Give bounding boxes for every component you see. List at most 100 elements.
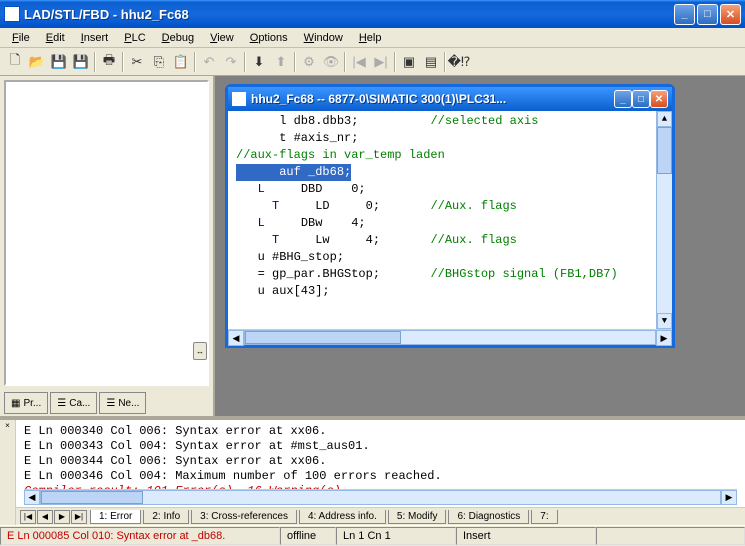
- monitor-icon[interactable]: 👁: [320, 51, 342, 73]
- output-close-icon[interactable]: ×: [0, 420, 16, 525]
- menu-edit[interactable]: Edit: [40, 30, 71, 46]
- goto-end-icon[interactable]: ▶|: [370, 51, 392, 73]
- code-line: //aux-flags in var_temp laden: [228, 147, 672, 164]
- child-titlebar[interactable]: hhu2_Fc68 -- 6877-0\SIMATIC 300(1)\PLC31…: [228, 87, 672, 111]
- cut-icon[interactable]: ✂: [126, 51, 148, 73]
- goto-start-icon[interactable]: |◀: [348, 51, 370, 73]
- minimize-button[interactable]: _: [674, 4, 695, 25]
- child-maximize-button[interactable]: □: [632, 90, 650, 108]
- code-line: u #BHG_stop;: [228, 249, 672, 266]
- tab-call[interactable]: ☰ Ca...: [50, 392, 97, 414]
- scroll-up-icon[interactable]: ▲: [657, 111, 672, 127]
- print-icon[interactable]: 🖶: [98, 51, 120, 73]
- tab-nav-last-icon[interactable]: ▶|: [71, 510, 87, 524]
- tab-nav-buttons: |◀ ◀ ▶ ▶|: [20, 510, 88, 524]
- menu-insert[interactable]: Insert: [75, 30, 115, 46]
- code-line: L DBD 0;: [228, 181, 672, 198]
- copy-icon[interactable]: ⎘: [148, 51, 170, 73]
- menubar: File Edit Insert PLC Debug View Options …: [0, 28, 745, 48]
- scroll-track[interactable]: [244, 330, 656, 345]
- output-tab-diagnostics[interactable]: 6: Diagnostics: [448, 510, 529, 524]
- menu-plc[interactable]: PLC: [118, 30, 151, 46]
- error-line[interactable]: E Ln 000344 Col 006: Syntax error at xx0…: [24, 454, 737, 469]
- window2-icon[interactable]: ▤: [420, 51, 442, 73]
- scroll-thumb[interactable]: [41, 491, 143, 504]
- child-vertical-scrollbar[interactable]: ▲ ▼: [656, 111, 672, 329]
- child-horizontal-scrollbar[interactable]: ◀ ▶: [228, 329, 672, 345]
- scroll-right-icon[interactable]: ▶: [721, 490, 737, 505]
- child-window: hhu2_Fc68 -- 6877-0\SIMATIC 300(1)\PLC31…: [225, 84, 675, 348]
- menu-help[interactable]: Help: [353, 30, 388, 46]
- upload-icon[interactable]: ⬆: [270, 51, 292, 73]
- output-tab-error[interactable]: 1: Error: [90, 510, 141, 524]
- code-line: u aux[43];: [228, 283, 672, 300]
- tab-nav-first-icon[interactable]: |◀: [20, 510, 36, 524]
- output-tab-crossref[interactable]: 3: Cross-references: [191, 510, 297, 524]
- separator: [294, 52, 296, 72]
- menu-view[interactable]: View: [204, 30, 240, 46]
- code-line: L DBw 4;: [228, 215, 672, 232]
- save-all-icon[interactable]: 💾: [70, 51, 92, 73]
- statusbar: E Ln 000085 Col 010: Syntax error at _db…: [0, 525, 745, 546]
- left-panel: ↔ ▦ Pr... ☰ Ca... ☰ Ne...: [0, 76, 215, 416]
- code-line-selected: auf _db68;: [228, 164, 672, 181]
- separator: [444, 52, 446, 72]
- child-minimize-button[interactable]: _: [614, 90, 632, 108]
- status-spacer: [596, 527, 745, 545]
- separator: [244, 52, 246, 72]
- child-title-text: hhu2_Fc68 -- 6877-0\SIMATIC 300(1)\PLC31…: [251, 92, 614, 106]
- compile-icon[interactable]: ⚙: [298, 51, 320, 73]
- scroll-left-icon[interactable]: ◀: [228, 330, 244, 346]
- save-icon[interactable]: 💾: [48, 51, 70, 73]
- status-position: Ln 1 Cn 1: [336, 527, 456, 545]
- scroll-down-icon[interactable]: ▼: [657, 313, 672, 329]
- scroll-thumb[interactable]: [657, 127, 672, 174]
- tab-nav-next-icon[interactable]: ▶: [54, 510, 70, 524]
- tab-network[interactable]: ☰ Ne...: [99, 392, 146, 414]
- scroll-track[interactable]: [657, 127, 672, 313]
- help-icon[interactable]: �⁉: [448, 51, 470, 73]
- scroll-left-icon[interactable]: ◀: [24, 490, 40, 505]
- menu-options[interactable]: Options: [244, 30, 294, 46]
- output-tabs: |◀ ◀ ▶ ▶| 1: Error 2: Info 3: Cross-refe…: [16, 507, 745, 525]
- new-icon[interactable]: 🗋: [4, 51, 26, 73]
- left-slider-handle[interactable]: ↔: [193, 342, 207, 360]
- overview-area[interactable]: ↔: [4, 80, 209, 386]
- separator: [394, 52, 396, 72]
- open-icon[interactable]: 📂: [26, 51, 48, 73]
- menu-file[interactable]: File: [6, 30, 36, 46]
- code-line: T LD 0; //Aux. flags: [228, 198, 672, 215]
- redo-icon[interactable]: ↷: [220, 51, 242, 73]
- child-doc-icon: [232, 92, 246, 106]
- output-tab-7[interactable]: 7:: [531, 510, 557, 524]
- output-tab-address[interactable]: 4: Address info.: [299, 510, 386, 524]
- code-editor[interactable]: l db8.dbb3; //selected axis t #axis_nr; …: [228, 111, 672, 329]
- error-line[interactable]: E Ln 000346 Col 004: Maximum number of 1…: [24, 469, 737, 484]
- output-tab-modify[interactable]: 5: Modify: [388, 510, 447, 524]
- error-line[interactable]: E Ln 000340 Col 006: Syntax error at xx0…: [24, 424, 737, 439]
- scroll-track[interactable]: [40, 490, 721, 505]
- undo-icon[interactable]: ↶: [198, 51, 220, 73]
- close-button[interactable]: ✕: [720, 4, 741, 25]
- output-tab-info[interactable]: 2: Info: [143, 510, 189, 524]
- mdi-area: hhu2_Fc68 -- 6877-0\SIMATIC 300(1)\PLC31…: [215, 76, 745, 416]
- menu-window[interactable]: Window: [298, 30, 349, 46]
- output-panel: × E Ln 000340 Col 006: Syntax error at x…: [0, 416, 745, 525]
- tab-program[interactable]: ▦ Pr...: [4, 392, 48, 414]
- app-title: LAD/STL/FBD - hhu2_Fc68: [24, 7, 674, 22]
- code-line: = gp_par.BHGStop; //BHGstop signal (FB1,…: [228, 266, 672, 283]
- error-line[interactable]: E Ln 000343 Col 004: Syntax error at #ms…: [24, 439, 737, 454]
- paste-icon[interactable]: 📋: [170, 51, 192, 73]
- separator: [344, 52, 346, 72]
- download-icon[interactable]: ⬇: [248, 51, 270, 73]
- maximize-button[interactable]: □: [697, 4, 718, 25]
- scroll-right-icon[interactable]: ▶: [656, 330, 672, 346]
- output-horizontal-scrollbar[interactable]: ◀ ▶: [24, 489, 737, 505]
- scroll-thumb[interactable]: [245, 331, 401, 344]
- output-content[interactable]: E Ln 000340 Col 006: Syntax error at xx0…: [16, 420, 745, 489]
- window1-icon[interactable]: ▣: [398, 51, 420, 73]
- menu-debug[interactable]: Debug: [156, 30, 200, 46]
- tab-nav-prev-icon[interactable]: ◀: [37, 510, 53, 524]
- separator: [94, 52, 96, 72]
- child-close-button[interactable]: ✕: [650, 90, 668, 108]
